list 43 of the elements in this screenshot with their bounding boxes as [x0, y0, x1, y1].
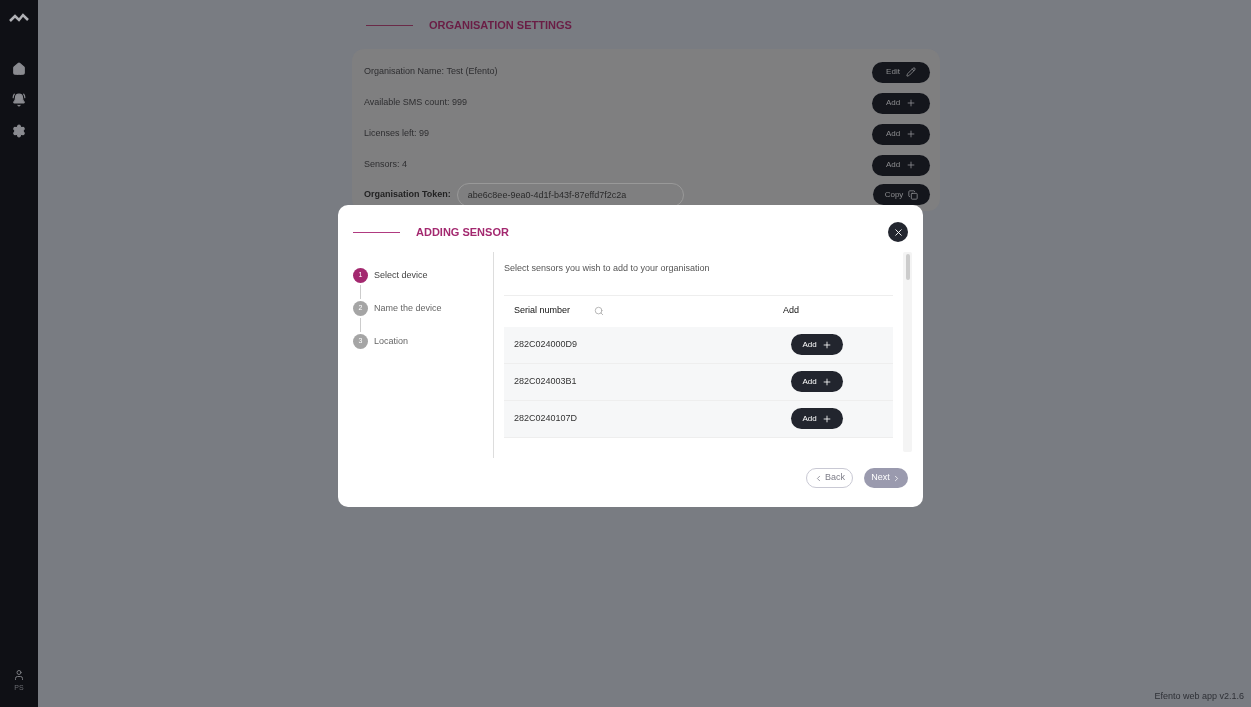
home-icon[interactable] — [12, 62, 26, 76]
scrollbar[interactable] — [903, 252, 912, 452]
add-button[interactable]: Add — [791, 408, 843, 429]
close-icon — [892, 226, 904, 238]
serial-cell-text: 282C0240107D — [514, 411, 579, 425]
copy-button[interactable]: Copy — [873, 184, 930, 205]
alarm-bell-icon[interactable] — [12, 93, 26, 107]
chevron-left-icon — [814, 473, 823, 483]
app-version: Efento web app v2.1.6 — [1154, 689, 1244, 703]
action-button[interactable]: Edit — [872, 61, 930, 83]
setting-label: Available SMS count: 999 — [364, 96, 467, 110]
step-label[interactable]: Name the device — [374, 301, 442, 316]
token-field[interactable]: abe6c8ee-9ea0-4d1f-b43f-87effd7f2c2a — [456, 182, 684, 207]
serial-cell-text: 282C024003B1 — [514, 374, 578, 388]
action-button[interactable]: Add — [872, 92, 930, 114]
setting-label: Licenses left: 99 — [364, 127, 430, 141]
plus-icon — [906, 129, 917, 139]
setting-label: Organisation Name: Test (Efento) — [364, 65, 498, 79]
plus-icon — [906, 98, 917, 108]
column-header: Add — [783, 304, 799, 318]
column-header: Serial number — [514, 304, 572, 318]
plus-icon — [821, 339, 832, 350]
setting-label: Sensors: 4 — [364, 158, 408, 172]
step-label[interactable]: Location — [374, 334, 409, 349]
settings-icon[interactable] — [12, 124, 26, 138]
add-button[interactable]: Add — [791, 334, 843, 355]
plus-icon — [821, 413, 832, 424]
step-label[interactable]: Select device — [374, 268, 428, 283]
user-icon[interactable] — [13, 668, 25, 681]
section-title: ORGANISATION SETTINGS — [429, 18, 572, 33]
pencil-icon — [905, 67, 916, 77]
action-button[interactable]: Add — [872, 154, 930, 176]
instruction-text: Select sensors you wish to add to your organisation — [504, 262, 711, 275]
add-button[interactable]: Add — [791, 371, 843, 392]
plus-icon — [821, 376, 832, 387]
close-button[interactable] — [888, 222, 908, 242]
logo-icon[interactable] — [9, 12, 29, 24]
copy-icon — [908, 189, 919, 200]
token-label: Organisation Token: — [364, 187, 451, 201]
serial-cell-text: 282C024000D9 — [514, 337, 579, 351]
action-button[interactable]: Add — [872, 123, 930, 145]
dialog-title: ADDING SENSOR — [416, 224, 509, 240]
plus-icon — [906, 160, 917, 170]
